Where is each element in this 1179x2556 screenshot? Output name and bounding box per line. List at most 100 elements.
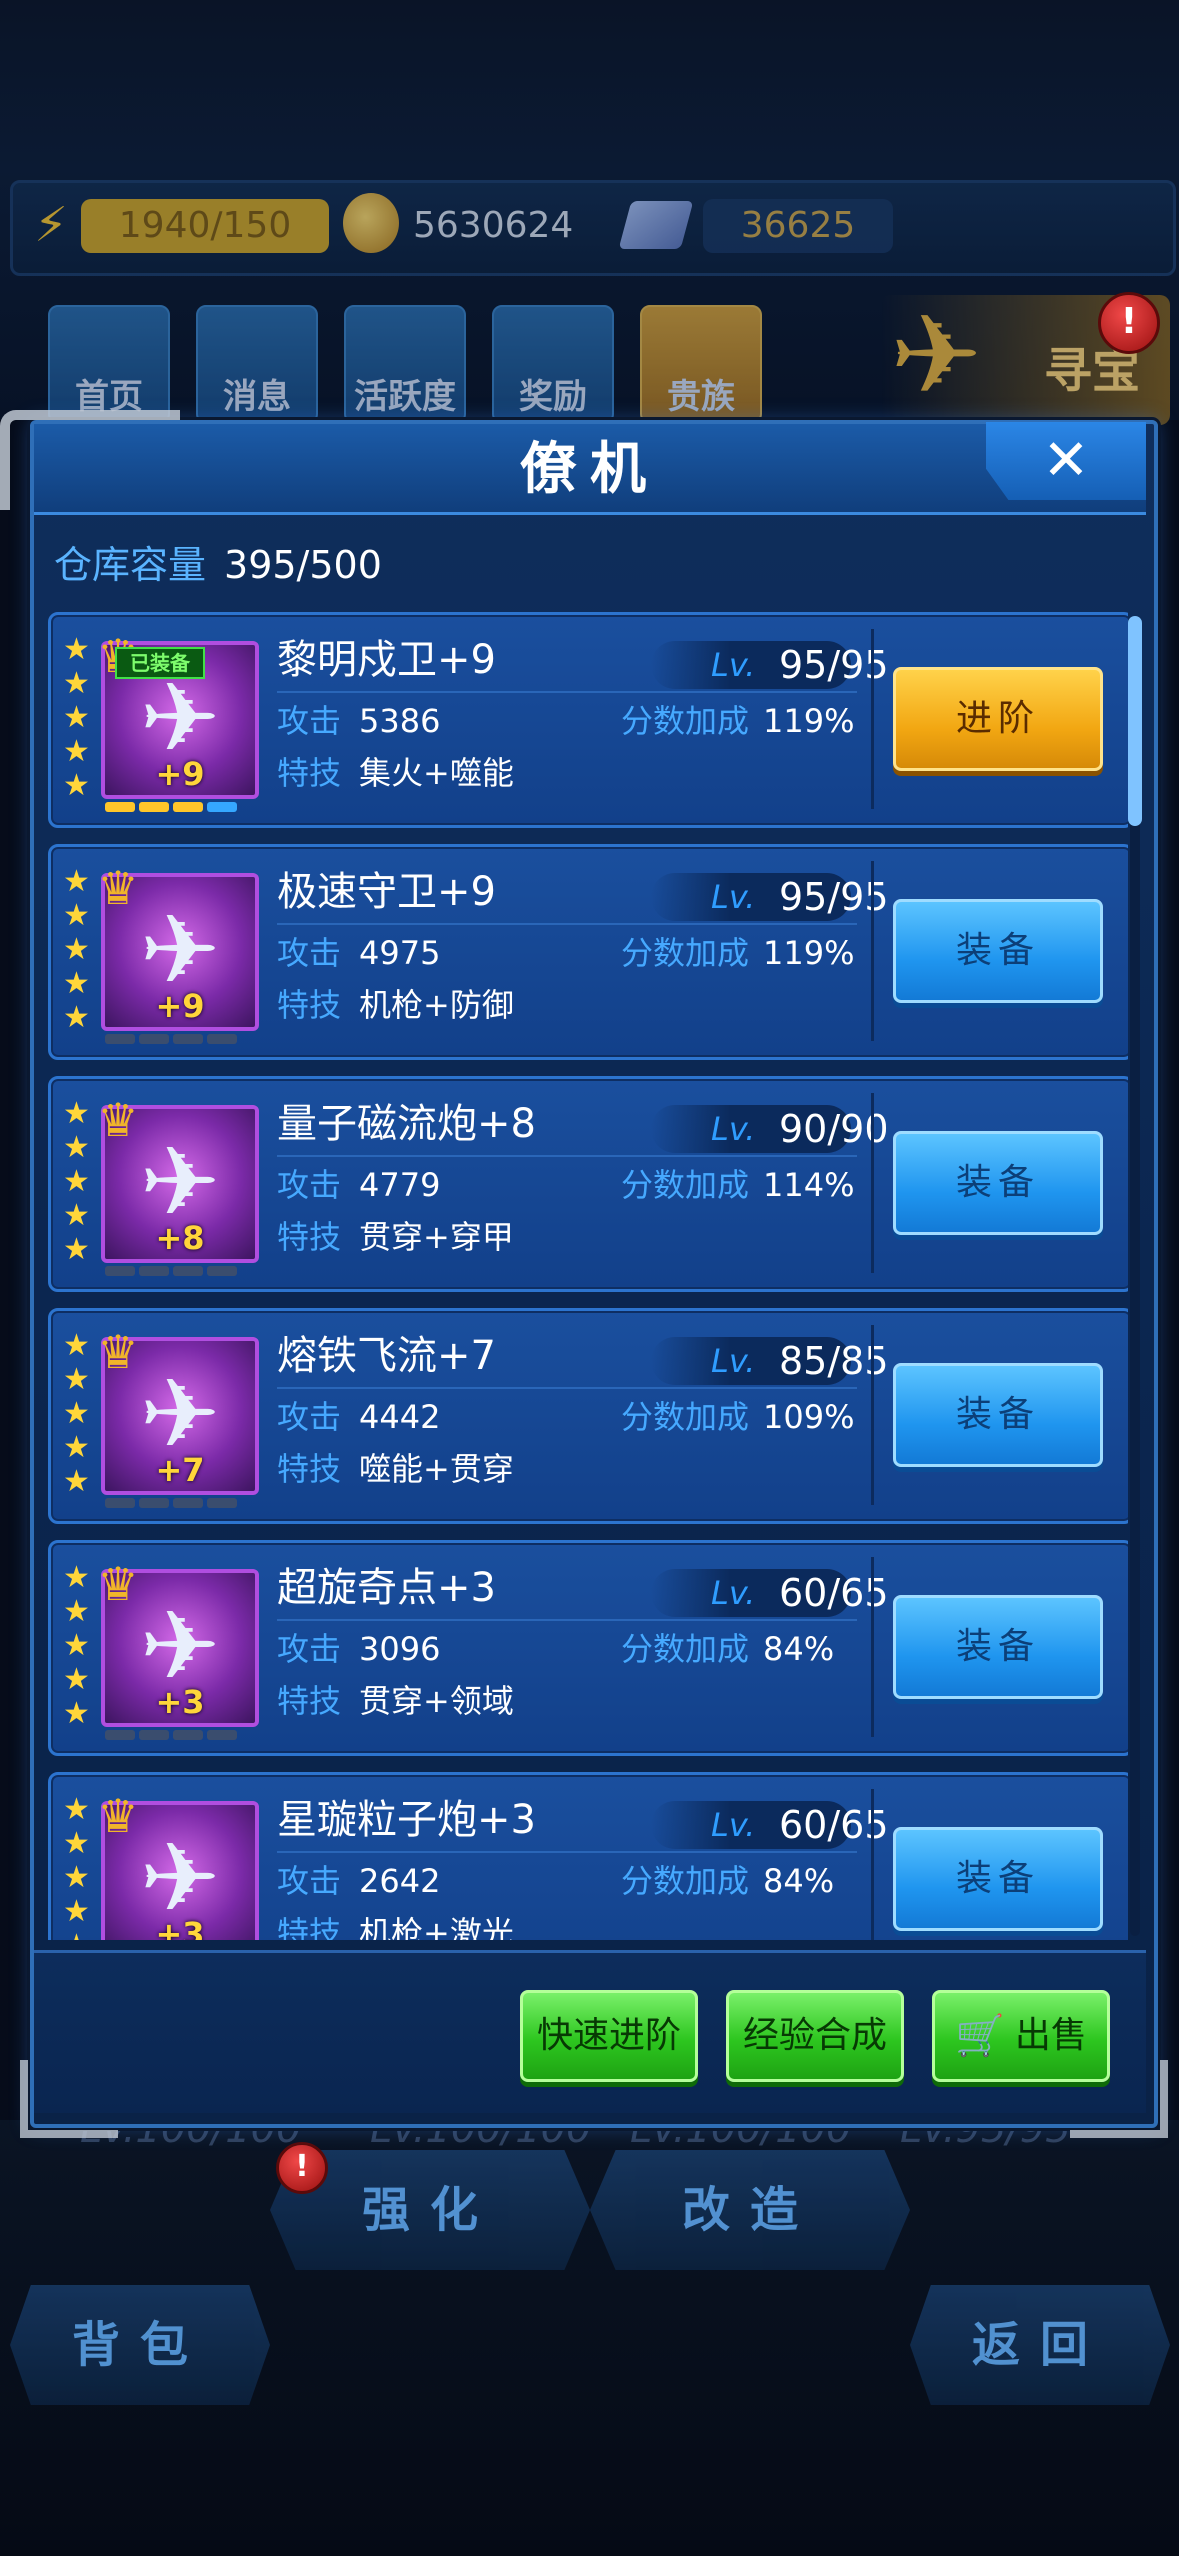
menu-reward-label: 奖励 — [519, 377, 587, 417]
upgrade-dots — [105, 1725, 255, 1740]
wingman-name: 超旋奇点+3 — [277, 1565, 496, 1611]
energy-value: 1940/150 — [81, 199, 329, 253]
wingman-card[interactable]: ★ ★ ★ ★ ★ ✈ +7 ♛ 熔铁飞流+7 Lv. 85/85 攻击 4442 分数… — [48, 1308, 1128, 1524]
menu-message-button[interactable]: 消息 — [196, 305, 318, 424]
rank-badge-icon: ♛ — [97, 1325, 139, 1379]
back-button[interactable]: 返回 — [910, 2285, 1170, 2405]
rank-badge-icon: ♛ — [97, 861, 139, 915]
skill-value: 贯穿+穿甲 — [359, 1218, 514, 1256]
skill-label: 特技 — [277, 1914, 342, 1940]
star-rating: ★★★★★ — [63, 1096, 90, 1267]
menu-home-button[interactable]: 首页 — [48, 305, 170, 424]
divider — [277, 1619, 857, 1621]
star-rating: ★★★★★ — [63, 1328, 90, 1499]
level-label: Lv. — [711, 878, 756, 916]
equipped-tag: 已装备 — [115, 647, 205, 679]
level-box: Lv. 60/65 — [651, 1801, 889, 1849]
menu-vip-button[interactable]: 贵族 — [640, 305, 762, 424]
divider — [277, 1851, 857, 1853]
level-label: Lv. — [711, 646, 756, 684]
equip-button[interactable]: 装备 — [893, 1131, 1103, 1235]
divider — [871, 861, 874, 1041]
gem-value: 36625 — [703, 199, 893, 253]
upgrade-dots — [105, 1261, 255, 1276]
equip-button[interactable]: 装备 — [893, 899, 1103, 1003]
menu-vip-label: 贵族 — [667, 377, 735, 417]
close-button[interactable]: ✕ — [986, 422, 1146, 500]
skill-value: 噬能+贯穿 — [359, 1450, 514, 1488]
bonus-label: 分数加成 — [621, 1398, 750, 1436]
wingman-name: 星璇粒子炮+3 — [277, 1797, 536, 1843]
attack-value: 4779 — [359, 1166, 441, 1204]
level-box: Lv. 95/95 — [651, 641, 889, 689]
upgrade-dots — [105, 797, 255, 812]
bonus-label: 分数加成 — [621, 1166, 750, 1204]
wingman-card[interactable]: ★ ★ ★ ★ ★ ✈ +9 ♛ 极速守卫+9 Lv. 95/95 攻击 4975 分数… — [48, 844, 1128, 1060]
rank-badge-icon: ♛ — [97, 1557, 139, 1611]
bonus-value: 114% — [763, 1166, 855, 1204]
divider — [871, 1557, 874, 1737]
level-label: Lv. — [711, 1806, 756, 1844]
bag-button[interactable]: 背包 — [10, 2285, 270, 2405]
energy-icon: ⚡ — [34, 197, 68, 253]
rank-badge-icon: ♛ — [97, 1789, 139, 1843]
coin-icon — [343, 193, 399, 253]
bonus-label: 分数加成 — [621, 702, 750, 740]
wingman-plus: +8 — [155, 1219, 205, 1257]
bonus-label: 分数加成 — [621, 934, 750, 972]
quick-advance-button[interactable]: 快速进阶 — [520, 1990, 698, 2082]
attack-value: 3096 — [359, 1630, 441, 1668]
star-rating: ★★★★★ — [63, 1792, 90, 1941]
menu-message-label: 消息 — [223, 377, 291, 417]
wingman-card[interactable]: ★ ★ ★ ★ ★ ✈ +8 ♛ 量子磁流炮+8 Lv. 90/90 攻击 4779 分… — [48, 1076, 1128, 1292]
attack-label: 攻击 — [277, 1630, 342, 1668]
equip-button[interactable]: 装备 — [893, 1363, 1103, 1467]
wingman-card[interactable]: ★★★★★ ✈ +9 ♛ 已装备 黎明戍卫+9 Lv. 95/95 攻击 538… — [48, 612, 1128, 828]
close-icon: ✕ — [1042, 428, 1090, 493]
skill-label: 特技 — [277, 986, 342, 1024]
level-label: Lv. — [711, 1574, 756, 1612]
equip-button[interactable]: 装备 — [893, 1595, 1103, 1699]
skill-label: 特技 — [277, 1450, 342, 1488]
attack-label: 攻击 — [277, 702, 342, 740]
bonus-value: 109% — [763, 1398, 855, 1436]
divider — [871, 629, 874, 809]
bonus-value: 119% — [763, 934, 855, 972]
upgrade-dots — [105, 1029, 255, 1044]
bonus-label: 分数加成 — [621, 1862, 750, 1900]
attack-label: 攻击 — [277, 1398, 342, 1436]
star-rating: ★★★★★ — [63, 632, 90, 803]
attack-value: 4442 — [359, 1398, 441, 1436]
rank-badge-icon: ♛ — [97, 1093, 139, 1147]
skill-label: 特技 — [277, 1218, 342, 1256]
level-label: Lv. — [711, 1110, 756, 1148]
exp-merge-button[interactable]: 经验合成 — [726, 1990, 904, 2082]
menu-reward-button[interactable]: 奖励 — [492, 305, 614, 424]
divider — [871, 1325, 874, 1505]
divider — [277, 923, 857, 925]
upgrade-dots — [105, 1493, 255, 1508]
advance-button[interactable]: 进阶 — [893, 667, 1103, 771]
attack-label: 攻击 — [277, 934, 342, 972]
wingman-name: 极速守卫+9 — [277, 869, 496, 915]
equip-button[interactable]: 装备 — [893, 1827, 1103, 1931]
wingman-plus: +3 — [155, 1915, 205, 1940]
sell-button[interactable]: 🛒 出售 — [932, 1990, 1110, 2082]
panel-title: 僚机 — [520, 437, 660, 502]
menu-activity-button[interactable]: 活跃度 — [344, 305, 466, 424]
bonus-value: 84% — [763, 1862, 835, 1900]
modify-button[interactable]: 改造 — [590, 2150, 910, 2270]
list-scrollbar-thumb[interactable] — [1128, 616, 1142, 826]
menu-activity-label: 活跃度 — [354, 377, 456, 417]
wingman-plus: +7 — [155, 1451, 205, 1489]
wingman-card[interactable]: ★★★★★ ✈ +3 ♛ 星璇粒子炮+3 Lv. 60/65 攻击 2642 分… — [48, 1772, 1128, 1940]
gem-icon — [618, 201, 694, 249]
wingman-card[interactable]: ★ ★ ★ ★ ★ ✈ +3 ♛ 超旋奇点+3 Lv. 60/65 攻击 3096 分数… — [48, 1540, 1128, 1756]
wingman-list[interactable]: ★★★★★ ✈ +9 ♛ 已装备 黎明戍卫+9 Lv. 95/95 攻击 538… — [48, 612, 1128, 1940]
attack-value: 2642 — [359, 1862, 441, 1900]
treasure-notification-badge: ! — [1098, 292, 1160, 354]
wingman-plus: +9 — [155, 755, 205, 793]
wingman-name: 黎明戍卫+9 — [277, 637, 496, 683]
coin-value: 5630624 — [413, 205, 574, 246]
plane-icon: ✈ — [890, 291, 983, 419]
